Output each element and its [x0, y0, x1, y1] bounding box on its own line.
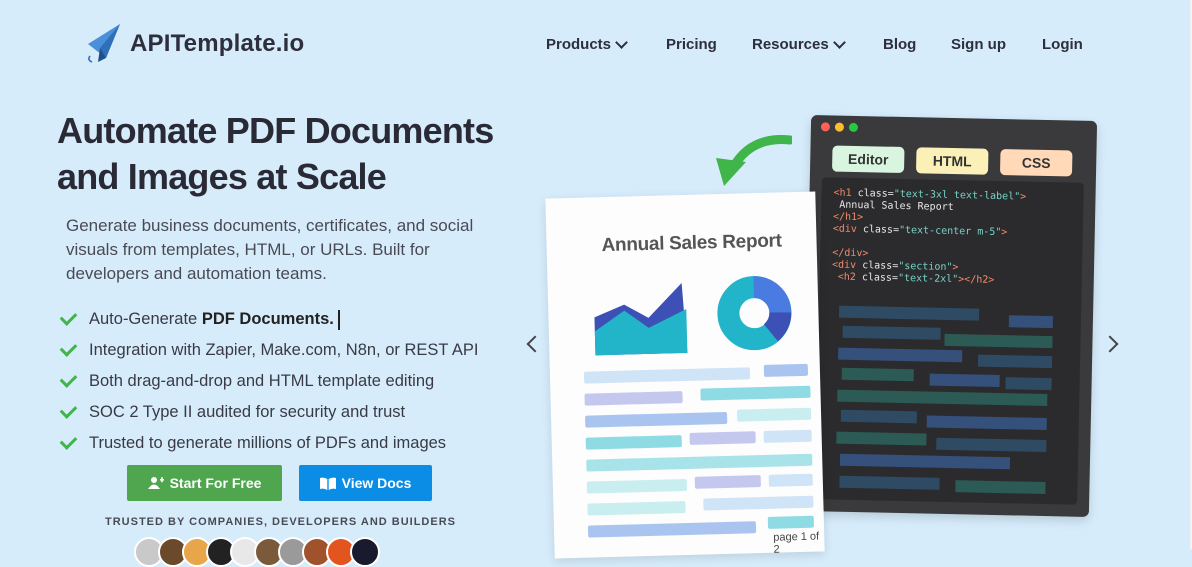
- check-icon: [59, 432, 78, 450]
- area-chart-graphic: [594, 283, 688, 356]
- text-placeholder-bar: [689, 431, 756, 445]
- code-token: class=: [861, 272, 899, 284]
- hero-subtitle: Generate business documents, certificate…: [66, 216, 474, 283]
- donut-chart-graphic: [717, 276, 792, 351]
- nav-products-label: Products: [546, 36, 612, 53]
- headline-line-2: and Images at Scale: [57, 156, 387, 197]
- close-dot-icon: [820, 122, 831, 132]
- text-placeholder-bar: [585, 411, 728, 428]
- trusted-by-label: TRUSTED BY COMPANIES, DEVELOPERS AND BUI…: [105, 516, 456, 528]
- start-for-free-button[interactable]: Start For Free: [127, 465, 282, 501]
- code-token: >: [1001, 227, 1008, 239]
- page-number: page 1 of 2: [773, 530, 820, 556]
- chevron-down-icon: [832, 36, 846, 49]
- feature-text: SOC 2 Type II audited for security and t…: [89, 403, 406, 421]
- code-token: >: [1020, 191, 1027, 203]
- feature-item: Integration with Zapier, Make.com, N8n, …: [59, 335, 479, 366]
- text-placeholder-bar: [586, 478, 688, 494]
- css-tab: CSS: [999, 149, 1073, 177]
- nav-signup[interactable]: Sign up: [951, 36, 1006, 53]
- text-placeholder-bar: [587, 501, 686, 516]
- text-placeholder-bar: [768, 473, 813, 487]
- check-icon: [59, 339, 78, 357]
- text-placeholder-bar: [763, 429, 812, 443]
- code-editor-window: Editor HTML CSS <h1 class="text-3xl text…: [802, 115, 1098, 517]
- code-token: ></h2>: [958, 274, 995, 286]
- user-plus-icon: [147, 477, 164, 489]
- code-token: <div: [831, 259, 863, 272]
- book-icon: [319, 477, 336, 490]
- text-placeholder-bar: [736, 407, 812, 422]
- hero-headline: Automate PDF Documents and Images at Sca…: [57, 108, 517, 200]
- nav-products[interactable]: Products: [546, 36, 628, 53]
- start-for-free-label: Start For Free: [169, 475, 262, 491]
- code-token: </h1>: [832, 211, 864, 224]
- report-title: Annual Sales Report: [601, 230, 782, 257]
- feature-text: Both drag-and-drop and HTML template edi…: [89, 372, 435, 390]
- nav-resources[interactable]: Resources: [752, 36, 846, 53]
- nav-login[interactable]: Login: [1042, 36, 1083, 53]
- code-token: <h2: [831, 271, 863, 284]
- report-document: Annual Sales Report page 1 of 2: [545, 191, 825, 559]
- code-token: "text-2xl": [897, 272, 959, 286]
- text-placeholder-bar: [584, 391, 683, 406]
- view-docs-label: View Docs: [341, 475, 412, 491]
- nav-signup-label: Sign up: [951, 36, 1006, 53]
- nav-pricing[interactable]: Pricing: [666, 36, 717, 53]
- code-token: >: [952, 262, 959, 274]
- maximize-dot-icon: [848, 122, 859, 133]
- nav-blog-label: Blog: [883, 36, 917, 53]
- text-placeholder-bar: [694, 475, 761, 489]
- text-placeholder-bar: [700, 385, 811, 401]
- code-token: class=: [862, 224, 900, 236]
- check-icon: [59, 308, 78, 326]
- feature-text: Trusted to generate millions of PDFs and…: [89, 434, 447, 452]
- nav-pricing-label: Pricing: [666, 36, 717, 53]
- feature-item: Trusted to generate millions of PDFs and…: [59, 428, 478, 459]
- text-placeholder-bar: [763, 363, 809, 377]
- chevron-down-icon: [615, 36, 628, 49]
- minimize-dot-icon: [834, 122, 845, 132]
- check-icon: [59, 370, 78, 388]
- code-token: <h1: [833, 187, 858, 200]
- code-token: "text-center m-5": [898, 224, 1002, 239]
- text-placeholder-bar: [703, 495, 814, 511]
- feature-item: Auto-Generate PDF Documents.: [59, 304, 478, 335]
- code-token: <div: [832, 223, 864, 236]
- feature-item: Both drag-and-drop and HTML template edi…: [59, 366, 478, 397]
- main-nav: Products Pricing Resources Blog Sign up …: [0, 36, 1192, 56]
- code-token: class=: [857, 188, 894, 200]
- text-placeholder-bar: [586, 453, 813, 472]
- code-token: "section": [898, 260, 953, 274]
- html-tab: HTML: [915, 147, 989, 175]
- window-controls: [820, 122, 859, 133]
- avatar: [350, 537, 380, 567]
- text-placeholder-bar: [585, 435, 682, 450]
- feature-item: SOC 2 Type II audited for security and t…: [59, 397, 478, 428]
- feature-text: Auto-Generate: [89, 310, 202, 328]
- code-token: class=: [862, 260, 899, 272]
- nav-blog[interactable]: Blog: [883, 36, 916, 53]
- code-snippet: <h1 class="text-3xl text-label"> Annual …: [831, 187, 1027, 288]
- editor-tab: Editor: [832, 145, 905, 174]
- curved-arrow-icon: [716, 135, 792, 186]
- text-placeholder-bar: [767, 515, 815, 529]
- text-placeholder-bar: [587, 521, 757, 538]
- view-docs-button[interactable]: View Docs: [299, 465, 432, 501]
- text-placeholder-bar: [583, 367, 751, 384]
- nav-login-label: Login: [1042, 36, 1083, 53]
- feature-text-bold: PDF Documents.: [201, 310, 334, 328]
- feature-text: Integration with Zapier, Make.com, N8n, …: [89, 341, 479, 359]
- check-icon: [59, 401, 78, 419]
- customer-avatars: [134, 537, 380, 567]
- nav-resources-label: Resources: [752, 36, 829, 53]
- feature-list: Auto-Generate PDF Documents. Integration…: [59, 304, 479, 459]
- code-token: </div>: [832, 247, 869, 260]
- text-cursor: [337, 309, 340, 330]
- headline-line-1: Automate PDF Documents: [57, 110, 494, 151]
